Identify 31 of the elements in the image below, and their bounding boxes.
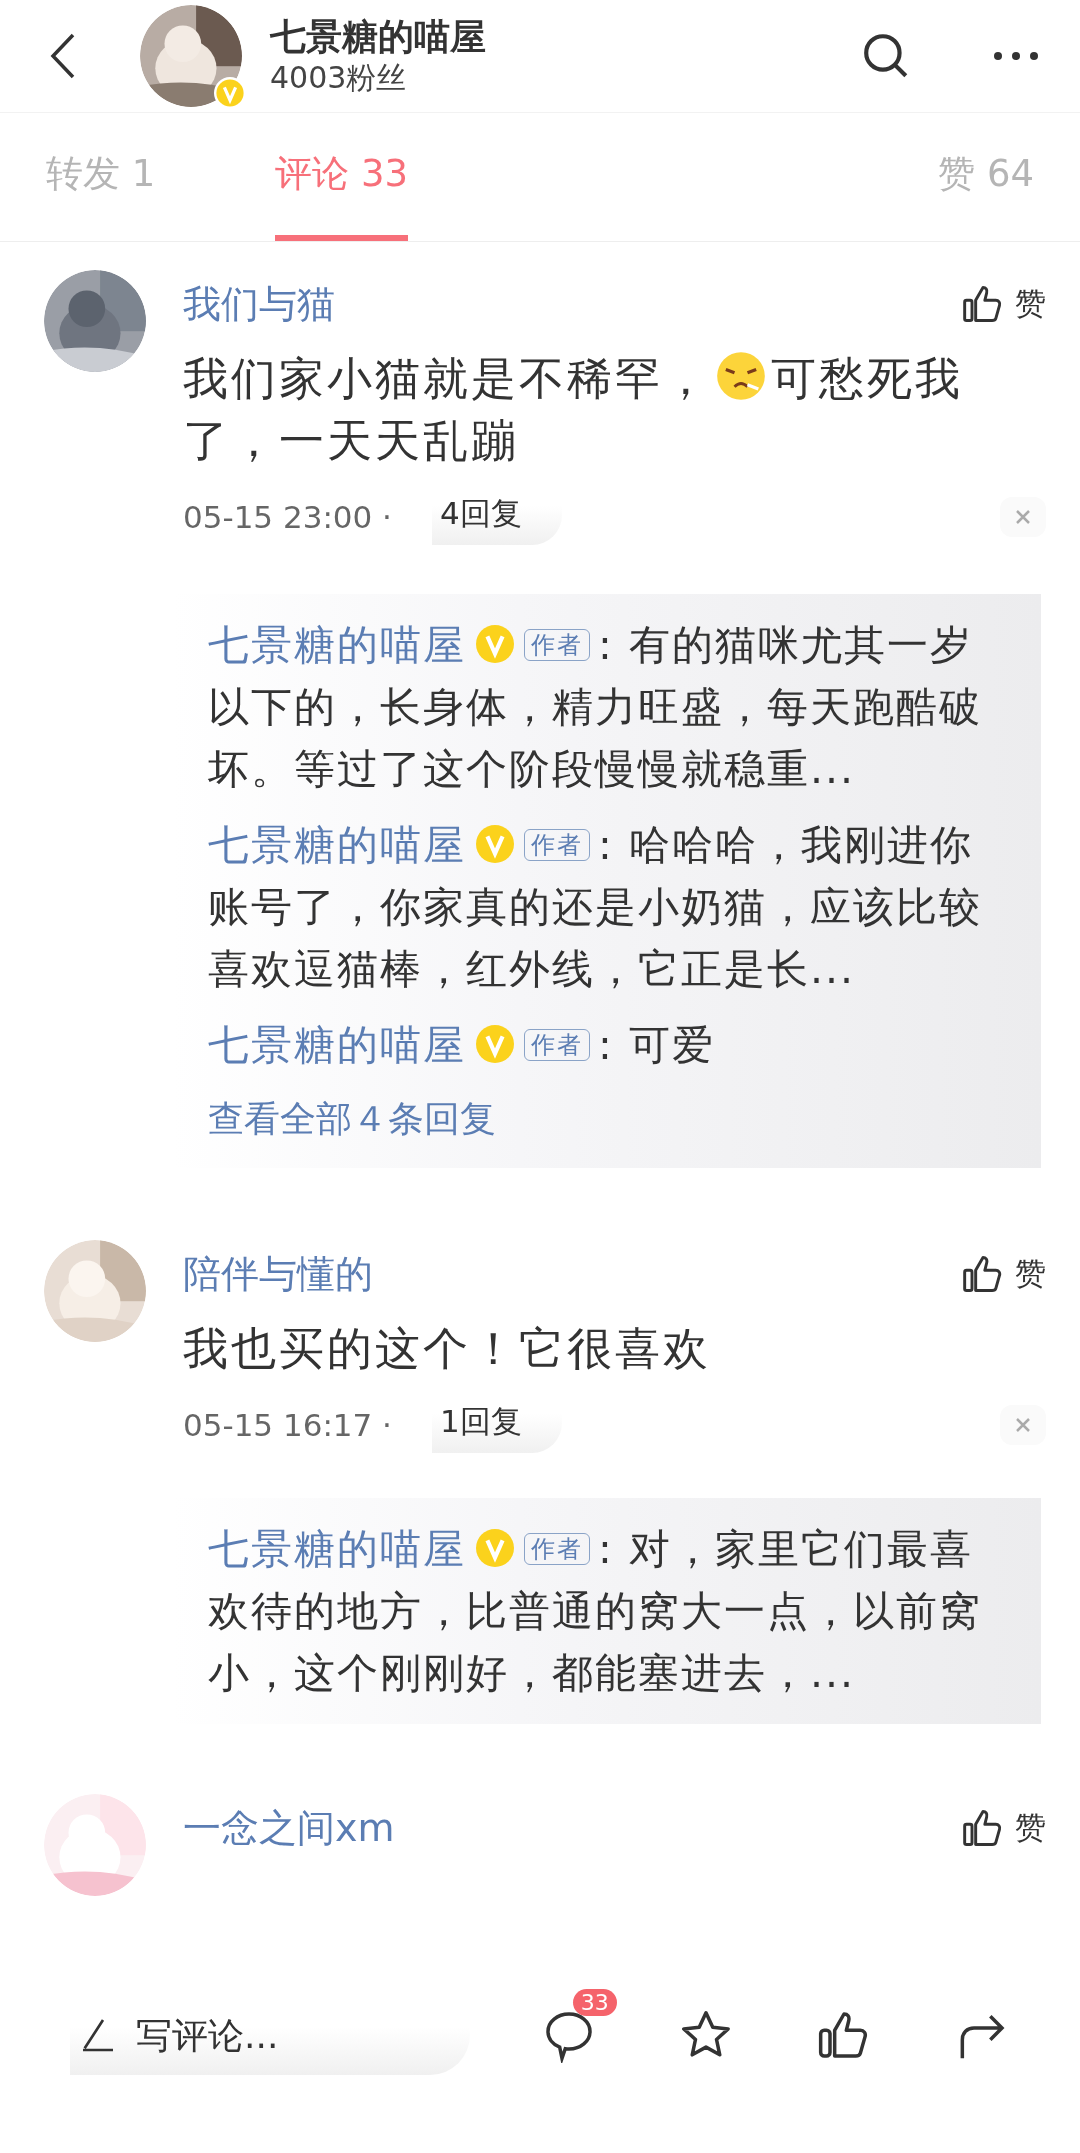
comment-time: 05-15 23:00 · xyxy=(183,499,392,535)
reply-text: 七景糖的喵屋 作者 : 对，家里它们最喜欢待的地方，比普通的窝大一点，以前窝小，这个刚刚好，都能塞进去，... xyxy=(208,1524,983,1699)
tab[interactable]: 评论 33 xyxy=(275,113,409,241)
username-link[interactable]: 陪伴与懂的 xyxy=(183,1248,961,1300)
view-all-replies-link[interactable]: 查看全部４条回复 xyxy=(208,1090,1001,1148)
like-button[interactable]: 赞 xyxy=(961,282,1046,326)
follower-count: 4003粉丝 xyxy=(270,59,408,97)
author-tag: 作者 xyxy=(524,829,590,861)
username-link[interactable]: 七景糖的喵屋 xyxy=(208,1021,466,1069)
author-tag: 作者 xyxy=(524,1029,590,1061)
author-tag: 作者 xyxy=(524,629,590,661)
username-link[interactable]: 一念之间xm xyxy=(183,1802,961,1854)
close-icon xyxy=(1015,1417,1031,1433)
close-icon xyxy=(1015,509,1031,525)
comment-time: 05-15 16:17 · xyxy=(183,1407,392,1443)
reply-text: 七景糖的喵屋 作者 : 哈哈哈，我刚进你账号了，你家真的还是小奶猫，应该比较喜欢逗猫棒，红外线，它正是长... xyxy=(208,820,983,995)
comment-count-badge: 33 xyxy=(572,1989,617,2016)
account-name: 七景糖的喵屋 xyxy=(270,15,487,59)
username-link[interactable]: 七景糖的喵屋 xyxy=(208,621,466,669)
like-button[interactable]: 赞 xyxy=(961,1806,1046,1850)
reply-text: 七景糖的喵屋 作者 : 有的猫咪尤其一岁以下的，长身体，精力旺盛，每天跑酷破坏。等过了这个阶段慢慢就稳重... xyxy=(208,620,983,795)
username-link[interactable]: 七景糖的喵屋 xyxy=(208,821,466,869)
author-tag: 作者 xyxy=(524,1533,590,1565)
more-icon xyxy=(993,50,1039,62)
reply-text: 七景糖的喵屋 作者 : 可爱 xyxy=(208,1020,716,1071)
comment-text: 我们家小猫就是不稀罕， 可愁死我了，一天天乱蹦 xyxy=(183,349,964,469)
emoji-icon xyxy=(715,350,767,402)
username-link[interactable]: 我们与猫 xyxy=(183,278,961,330)
like-button[interactable]: 赞 xyxy=(961,1252,1046,1296)
username-link[interactable]: 七景糖的喵屋 xyxy=(208,1525,466,1573)
comment-text: 我也买的这个！它很喜欢 xyxy=(183,1321,712,1377)
